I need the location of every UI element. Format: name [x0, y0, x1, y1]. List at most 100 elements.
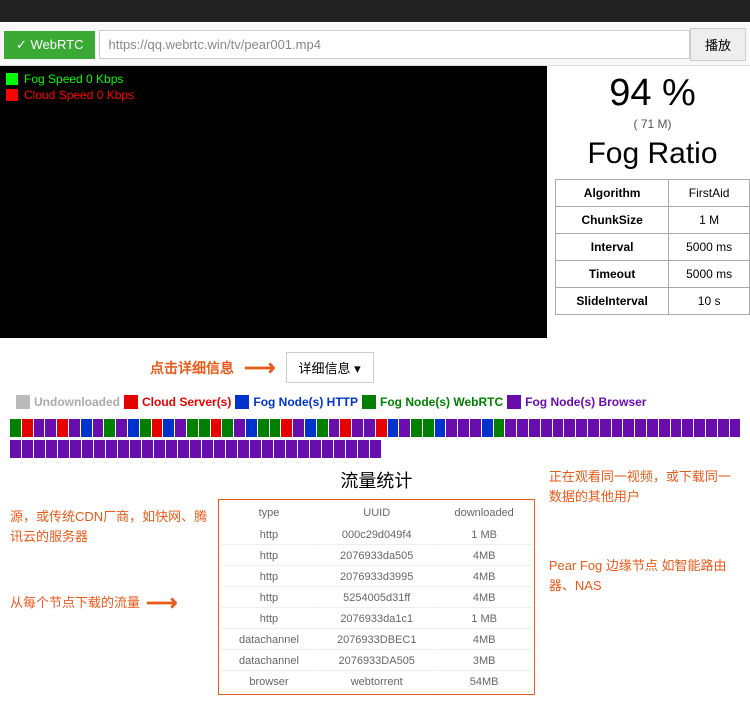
- chunk-cell: [166, 440, 177, 458]
- config-key: Algorithm: [556, 180, 669, 207]
- chunk-cell: [541, 419, 552, 437]
- chunk-cell: [730, 419, 741, 437]
- url-input[interactable]: [99, 30, 690, 59]
- chunk-cell: [612, 419, 623, 437]
- chunk-cell: [93, 419, 104, 437]
- table-row: http000c29d049f41 MB: [221, 526, 532, 545]
- chunk-cell: [358, 440, 369, 458]
- chunk-cell: [69, 419, 80, 437]
- chunk-cell: [10, 440, 21, 458]
- chunk-cell: [94, 440, 105, 458]
- config-val: 10 s: [669, 288, 750, 315]
- annotation-left: 源，或传统CDN厂商，如快网、腾讯云的服务器 从每个节点下载的流量 ⟶: [10, 467, 210, 695]
- annotation-right: 正在观看同一视频，或下载同一数据的其他用户 Pear Fog 边缘节点 如智能路…: [543, 467, 740, 695]
- chunk-cell: [659, 419, 670, 437]
- detail-button[interactable]: 详细信息 ▾: [286, 352, 374, 383]
- chunk-cell: [317, 419, 328, 437]
- table-header: downloaded: [436, 502, 531, 524]
- video-player[interactable]: Fog Speed 0 Kbps Cloud Speed 0 Kbps: [0, 66, 547, 338]
- legend-label: Fog Node(s) WebRTC: [380, 395, 503, 409]
- table-row: http2076933da1c11 MB: [221, 610, 532, 629]
- chunk-cell: [682, 419, 693, 437]
- legend-label: Fog Node(s) Browser: [525, 395, 646, 409]
- chunk-cell: [671, 419, 682, 437]
- chunk-cell: [352, 419, 363, 437]
- chunk-cell: [58, 440, 69, 458]
- chunk-cell: [140, 419, 151, 437]
- square-icon: [6, 73, 18, 85]
- chunk-cell: [187, 419, 198, 437]
- traffic-title: 流量统计: [218, 467, 535, 493]
- chunk-cell: [262, 440, 273, 458]
- chunk-cell: [298, 440, 309, 458]
- config-val: FirstAid: [669, 180, 750, 207]
- note-per-node: 从每个节点下载的流量: [10, 593, 140, 613]
- play-button[interactable]: 播放: [690, 28, 746, 61]
- chunk-cell: [22, 419, 33, 437]
- traffic-table: typeUUIDdownloaded http000c29d049f41 MBh…: [218, 499, 535, 695]
- chunk-cell: [34, 440, 45, 458]
- chunk-cell: [334, 440, 345, 458]
- chunk-cell: [388, 419, 399, 437]
- chunk-cell: [576, 419, 587, 437]
- chunk-cell: [190, 440, 201, 458]
- chunk-cell: [274, 440, 285, 458]
- chunk-cell: [214, 440, 225, 458]
- square-icon: [235, 395, 249, 409]
- chunk-cell: [600, 419, 611, 437]
- stats-column: 94 % ( 71 M) Fog Ratio AlgorithmFirstAid…: [555, 66, 750, 338]
- chunk-cell: [81, 419, 92, 437]
- chunk-cell: [718, 419, 729, 437]
- chunk-cell: [376, 419, 387, 437]
- table-header: UUID: [319, 502, 435, 524]
- chunk-strip: [0, 413, 750, 467]
- note-edge: Pear Fog 边缘节点 如智能路由器、NAS: [549, 556, 740, 595]
- chunk-cell: [22, 440, 33, 458]
- chunk-cell: [423, 419, 434, 437]
- chunk-cell: [250, 440, 261, 458]
- chunk-cell: [238, 440, 249, 458]
- chunk-legend: UndownloadedCloud Server(s)Fog Node(s) H…: [0, 391, 750, 413]
- config-val: 5000 ms: [669, 234, 750, 261]
- fog-speed-text: Fog Speed 0 Kbps: [24, 72, 123, 86]
- chunk-cell: [226, 440, 237, 458]
- chunk-cell: [270, 419, 281, 437]
- chunk-cell: [346, 440, 357, 458]
- table-row: http2076933da5054MB: [221, 547, 532, 566]
- chunk-cell: [234, 419, 245, 437]
- config-val: 5000 ms: [669, 261, 750, 288]
- chunk-cell: [258, 419, 269, 437]
- chunk-cell: [399, 419, 410, 437]
- chunk-cell: [178, 440, 189, 458]
- fog-ratio-title: Fog Ratio: [555, 137, 750, 171]
- legend-label: Cloud Server(s): [142, 395, 231, 409]
- chunk-cell: [142, 440, 153, 458]
- chunk-cell: [588, 419, 599, 437]
- square-icon: [362, 395, 376, 409]
- arrow-right-icon: ⟶: [244, 355, 276, 381]
- chunk-cell: [106, 440, 117, 458]
- chunk-cell: [411, 419, 422, 437]
- square-icon: [6, 89, 18, 101]
- detail-hint: 点击详细信息: [150, 358, 234, 378]
- chunk-cell: [34, 419, 45, 437]
- chunk-cell: [435, 419, 446, 437]
- chunk-cell: [45, 419, 56, 437]
- chunk-cell: [446, 419, 457, 437]
- webrtc-badge: ✓ WebRTC: [4, 31, 95, 59]
- chunk-cell: [329, 419, 340, 437]
- chunk-cell: [293, 419, 304, 437]
- config-key: ChunkSize: [556, 207, 669, 234]
- chunk-cell: [104, 419, 115, 437]
- chunk-cell: [694, 419, 705, 437]
- table-row: browserwebtorrent54MB: [221, 673, 532, 692]
- config-key: Interval: [556, 234, 669, 261]
- chunk-cell: [211, 419, 222, 437]
- fog-sub: ( 71 M): [555, 117, 750, 131]
- chunk-cell: [370, 440, 381, 458]
- chunk-cell: [564, 419, 575, 437]
- chunk-cell: [635, 419, 646, 437]
- chunk-cell: [222, 419, 233, 437]
- table-row: datachannel2076933DBEC14MB: [221, 631, 532, 650]
- chunk-cell: [305, 419, 316, 437]
